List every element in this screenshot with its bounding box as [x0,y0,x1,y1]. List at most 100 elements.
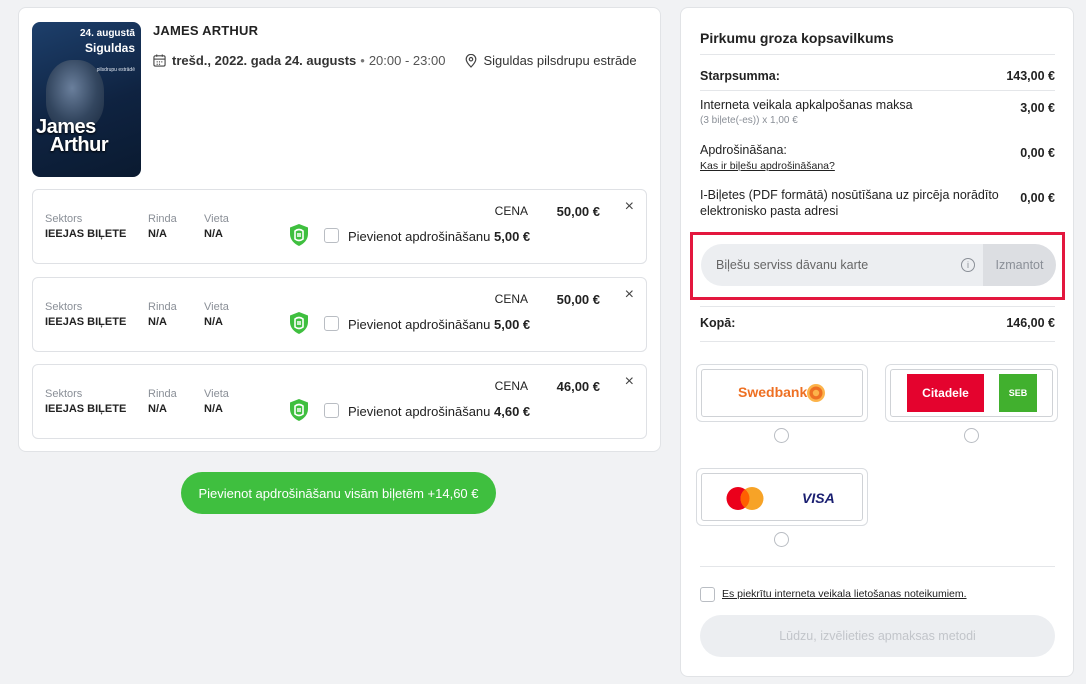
sector-col: Sektors IEEJAS BIĻETE [45,301,126,328]
event-title: JAMES ARTHUR [153,23,259,38]
row-col: Rinda N/A [148,213,177,240]
fee-detail: (3 biļete(-es)) x 1,00 € [700,115,798,126]
divider [700,306,1055,307]
payment-radio-swedbank[interactable] [774,428,789,443]
price-label: CENA [494,204,528,218]
ticket-price: 50,00 € [556,204,600,219]
divider [700,341,1055,342]
fee-row: Interneta veikala apkalpošanas maksa (3 … [700,98,1055,126]
mastercard-icon [726,487,764,510]
payment-option-cards[interactable]: VISA [696,468,868,526]
insurance-info-link[interactable]: Kas ir biļešu apdrošināšana? [700,160,835,172]
ticket-row: Sektors IEEJAS BIĻETE Rinda N/A Vieta N/A C… [32,364,647,439]
seat-value: N/A [204,403,223,415]
event-time: 20:00 - 23:00 [368,53,446,68]
swedbank-logo-frame: Swedbank [701,369,863,417]
insurance-option-label: Pievienot apdrošināšanu [348,229,491,244]
poster-city: Siguldas [84,41,135,55]
gift-card-highlight: Biļešu serviss dāvanu karte i Izmantot [690,232,1065,300]
apply-gift-card-button[interactable]: Izmantot [983,244,1056,286]
terms-checkbox[interactable] [700,587,715,602]
payment-option-citadele-seb[interactable]: Citadele SEB [885,364,1058,422]
cart-summary: Pirkumu groza kopsavilkums Starpsumma: 1… [680,7,1074,677]
event-poster: 24. augustā Siguldas pilsdrupu estrādē J… [32,22,141,177]
sector-value: IEEJAS BIĻETE [45,316,127,328]
insurance-checkbox[interactable] [324,403,339,418]
row-col: Rinda N/A [148,388,177,415]
poster-date: 24. augustā [79,28,135,39]
sector-label: Sektors [45,388,83,400]
fee-amount: 3,00 € [1020,101,1055,115]
row-value: N/A [148,228,167,240]
poster-artist-last: Arthur [50,134,109,156]
row-label: Rinda [148,213,177,225]
ticket-price: 46,00 € [556,379,600,394]
location-pin-icon [466,53,477,68]
insurance-checkbox[interactable] [324,228,339,243]
sector-value: IEEJAS BIĻETE [45,403,127,415]
ticket-price: 50,00 € [556,292,600,307]
remove-ticket-icon[interactable]: × [625,198,634,216]
seat-value: N/A [204,316,223,328]
summary-title: Pirkumu groza kopsavilkums [700,30,894,46]
insurance-checkbox[interactable] [324,316,339,331]
card-logos-frame: VISA [701,473,863,521]
info-icon[interactable]: i [961,258,975,272]
terms-link[interactable]: Es piekrītu interneta veikala lietošanas… [722,588,967,600]
subtotal-amount: 143,00 € [1006,69,1055,83]
price-label: CENA [494,379,528,393]
visa-logo: VISA [802,490,835,506]
payment-radio-cards[interactable] [774,532,789,547]
insure-all-button[interactable]: Pievienot apdrošināšanu visām biļetēm +1… [181,472,496,514]
insurance-shield-icon [290,312,308,334]
insurance-row: Apdrošināšana: Kas ir biļešu apdrošināša… [700,143,1055,172]
insurance-option-price: 5,00 € [494,317,531,332]
insurance-option: Pievienot apdrošināšanu 5,00 € [348,317,530,332]
insurance-amount: 0,00 € [1020,146,1055,160]
swedbank-logo-text: Swedbank [738,384,808,400]
subtotal-label: Starpsumma: [700,69,780,83]
seat-col: Vieta N/A [204,213,229,240]
fee-label: Interneta veikala apkalpošanas maksa [700,98,913,112]
pdf-delivery-label: I-Biļetes (PDF formātā) nosūtīšana uz pi… [700,188,999,218]
pdf-delivery-amount: 0,00 € [1020,191,1055,205]
swedbank-oak-icon [807,384,825,402]
ticket-row: Sektors IEEJAS BIĻETE Rinda N/A Vieta N/A C… [32,277,647,352]
pay-button[interactable]: Lūdzu, izvēlieties apmaksas metodi [700,615,1055,657]
sector-col: Sektors IEEJAS BIĻETE [45,388,126,415]
bank-logos-frame: Citadele SEB [890,369,1053,417]
sector-label: Sektors [45,213,83,225]
gift-card-input[interactable]: Biļešu serviss dāvanu karte [701,244,984,286]
insurance-option-label: Pievienot apdrošināšanu [348,404,491,419]
row-col: Rinda N/A [148,301,177,328]
subtotal-row: Starpsumma: 143,00 € [700,69,1055,83]
seat-label: Vieta [204,301,229,313]
citadele-logo: Citadele [907,374,984,412]
calendar-icon [153,54,166,67]
total-label: Kopā: [700,316,736,330]
price-label: CENA [494,292,528,306]
seat-label: Vieta [204,388,229,400]
event-date: trešd., 2022. gada 24. augusts [172,53,357,68]
seat-value: N/A [204,228,223,240]
payment-radio-citadele-seb[interactable] [964,428,979,443]
remove-ticket-icon[interactable]: × [625,286,634,304]
insurance-label: Apdrošināšana: [700,143,787,157]
total-amount: 146,00 € [1006,316,1055,330]
event-card: 24. augustā Siguldas pilsdrupu estrādē J… [18,7,661,452]
seb-logo: SEB [999,374,1037,412]
seat-label: Vieta [204,213,229,225]
total-row: Kopā: 146,00 € [700,316,1055,330]
ticket-row: Sektors IEEJAS BIĻETE Rinda N/A Vieta N/A C… [32,189,647,264]
divider [700,566,1055,567]
insurance-option: Pievienot apdrošināšanu 4,60 € [348,404,530,419]
insurance-option-label: Pievienot apdrošināšanu [348,317,491,332]
remove-ticket-icon[interactable]: × [625,373,634,391]
insurance-option-price: 4,60 € [494,404,531,419]
insurance-shield-icon [290,399,308,421]
insurance-shield-icon [290,224,308,246]
row-value: N/A [148,403,167,415]
meta-separator: • [360,53,365,68]
row-label: Rinda [148,301,177,313]
payment-option-swedbank[interactable]: Swedbank [696,364,868,422]
